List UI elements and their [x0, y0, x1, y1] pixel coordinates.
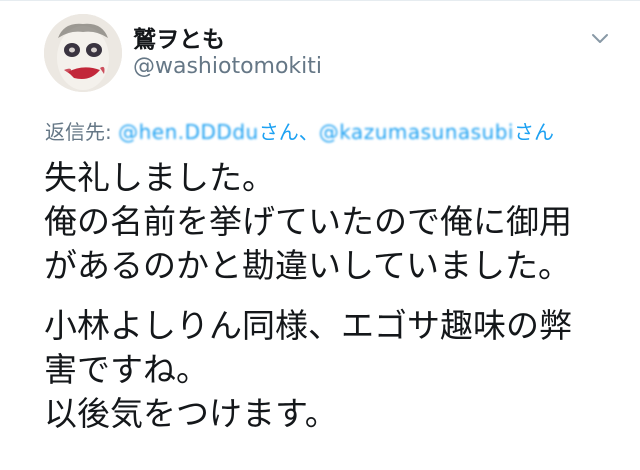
avatar-image [44, 14, 122, 92]
tweet-text: 失礼しました。 俺の名前を挙げていたので俺に御用 があるのかと勘違いしていました… [44, 156, 634, 436]
mention-suffix-1: さん、 [258, 120, 319, 144]
chevron-down-icon[interactable] [589, 30, 611, 48]
tweet-line: 害ですね。 [44, 350, 209, 389]
tweet-line: 以後気をつけます。 [44, 394, 338, 433]
tweet-line: があるのかと勘違いしていました。 [44, 246, 572, 285]
tweet-line: 俺の名前を挙げていたので俺に御用 [44, 202, 572, 241]
mention-link-2[interactable]: @kazumasunasubi [319, 120, 514, 144]
avatar[interactable] [44, 14, 122, 92]
top-divider [0, 0, 640, 1]
reply-to-line: 返信先: @hen.DDDduさん、@kazumasunasubiさん [45, 116, 554, 145]
tweet-line: 小林よしりん同様、エゴサ趣味の弊 [44, 306, 572, 345]
mention-link-1[interactable]: @hen.DDDdu [118, 120, 259, 144]
display-name[interactable]: 鷲ヲとも [133, 20, 225, 54]
user-handle[interactable]: @washiotomokiti [133, 54, 322, 79]
mention-suffix-2: さん [513, 120, 554, 144]
reply-prefix: 返信先: [45, 120, 119, 144]
tweet-line: 失礼しました。 [44, 158, 275, 197]
